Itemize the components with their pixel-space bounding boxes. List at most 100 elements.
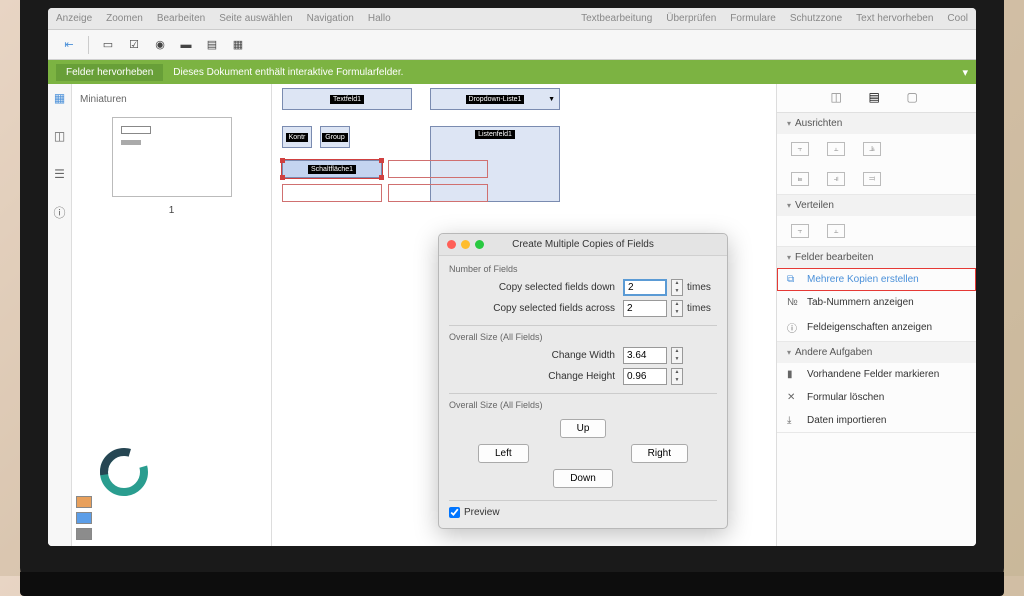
section-label: Number of Fields [449, 264, 717, 274]
menu-item[interactable]: Anzeige [56, 13, 92, 24]
menu-item[interactable]: Cool [947, 13, 968, 24]
align-left-icon[interactable]: ⫟ [791, 142, 809, 156]
align-center-icon[interactable]: ⫠ [827, 142, 845, 156]
panel-tab-icon[interactable]: ▤ [869, 90, 885, 106]
align-middle-icon[interactable]: ⫣ [827, 172, 845, 186]
menu-item[interactable]: Hallo [368, 13, 391, 24]
chevron-down-icon[interactable]: ▾ [962, 66, 968, 79]
up-button[interactable]: Up [560, 419, 607, 438]
button-tool-icon[interactable]: ▬ [175, 36, 197, 54]
close-icon[interactable] [447, 240, 456, 249]
distribute-h-icon[interactable]: ⫟ [791, 224, 809, 238]
toolbar: ⇤ ▭ ☑ ◉ ▬ ▤ ▦ [48, 30, 976, 60]
create-copies-dialog: Create Multiple Copies of Fields Number … [438, 233, 728, 529]
list-icon[interactable]: ☰ [52, 166, 68, 182]
minimize-icon[interactable] [461, 240, 470, 249]
copy-preview-box [282, 184, 382, 202]
panel-title: Miniaturen [78, 90, 265, 109]
menu-item[interactable]: Formulare [730, 13, 776, 24]
page-number: 1 [78, 205, 265, 216]
textfield-tool-icon[interactable]: ▭ [97, 36, 119, 54]
number-icon: № [787, 297, 801, 308]
mark-fields-item[interactable]: ▮Vorhandene Felder markieren [777, 363, 976, 386]
copy-icon: ⧉ [787, 274, 801, 285]
panel-tab-icon[interactable]: ◫ [831, 90, 847, 106]
down-button[interactable]: Down [553, 469, 613, 488]
copy-preview-box [388, 184, 488, 202]
panel-tab-icon[interactable]: ▢ [907, 90, 923, 106]
radio-tool-icon[interactable]: ◉ [149, 36, 171, 54]
menu-item[interactable]: Navigation [307, 13, 354, 24]
menubar: Anzeige Zoomen Bearbeiten Seite auswähle… [48, 8, 976, 30]
width-input[interactable] [623, 347, 667, 364]
section-label: Overall Size (All Fields) [449, 400, 717, 410]
page-thumbnail[interactable] [112, 117, 232, 197]
import-icon: ⤓ [787, 415, 801, 426]
highlight-icon: ▮ [787, 369, 801, 380]
checkbox-object[interactable]: Kontr [282, 126, 312, 148]
align-bottom-icon[interactable]: ⫤ [863, 172, 881, 186]
times-label: times [687, 282, 717, 293]
form-notification-bar: Felder hervorheben Dieses Dokument enthä… [48, 60, 976, 84]
info-icon[interactable]: ⓘ [52, 204, 68, 220]
textfield-object[interactable]: Textfeld1 [282, 88, 412, 110]
section-header[interactable]: Felder bearbeiten [777, 247, 976, 268]
stepper[interactable]: ▲▼ [671, 300, 683, 317]
notification-text: Dieses Dokument enthält interaktive Form… [173, 67, 403, 78]
copy-across-label: Copy selected fields across [449, 303, 619, 314]
height-label: Change Height [449, 371, 619, 382]
tab-numbers-item[interactable]: №Tab-Nummern anzeigen [777, 291, 976, 314]
left-button[interactable]: Left [478, 444, 529, 463]
preview-checkbox[interactable] [449, 507, 460, 518]
stepper[interactable]: ▲▼ [671, 347, 683, 364]
height-input[interactable] [623, 368, 667, 385]
dropdown-object[interactable]: Dropdown-Liste1▼ [430, 88, 560, 110]
distribute-v-icon[interactable]: ⫠ [827, 224, 845, 238]
info-icon: ⓘ [787, 320, 801, 335]
copy-preview-box [388, 160, 488, 178]
checkbox-tool-icon[interactable]: ☑ [123, 36, 145, 54]
layout-icon[interactable] [76, 528, 92, 540]
layout-icon[interactable] [76, 496, 92, 508]
radio-object[interactable]: Group [320, 126, 350, 148]
brand-logo [100, 448, 148, 496]
dialog-title: Create Multiple Copies of Fields [512, 239, 654, 250]
right-button[interactable]: Right [631, 444, 688, 463]
right-panel: ◫ ▤ ▢ Ausrichten ⫟ ⫠ ⫡ ⫢ ⫣ ⫤ Verteilen ⫟… [776, 84, 976, 546]
section-header[interactable]: Ausrichten [777, 113, 976, 134]
menu-item[interactable]: Textbearbeitung [581, 13, 652, 24]
left-rail: ▦ ◫ ☰ ⓘ [48, 84, 72, 546]
align-right-icon[interactable]: ⫡ [863, 142, 881, 156]
stepper[interactable]: ▲▼ [671, 279, 683, 296]
import-data-item[interactable]: ⤓Daten importieren [777, 409, 976, 432]
thumbnails-icon[interactable]: ▦ [52, 90, 68, 106]
section-header[interactable]: Verteilen [777, 195, 976, 216]
field-properties-item[interactable]: ⓘFeldeigenschaften anzeigen [777, 314, 976, 341]
create-copies-item[interactable]: ⧉Mehrere Kopien erstellen [777, 268, 976, 291]
menu-item[interactable]: Seite auswählen [219, 13, 292, 24]
dialog-titlebar[interactable]: Create Multiple Copies of Fields [439, 234, 727, 256]
button-object-selected[interactable]: Schaltfläche1 [282, 160, 382, 178]
section-header[interactable]: Andere Aufgaben [777, 342, 976, 363]
bookmark-icon[interactable]: ◫ [52, 128, 68, 144]
align-top-icon[interactable]: ⫢ [791, 172, 809, 186]
layout-icon[interactable] [76, 512, 92, 524]
delete-icon: ✕ [787, 392, 801, 403]
copy-down-input[interactable] [623, 279, 667, 296]
preview-label: Preview [464, 507, 500, 518]
menu-item[interactable]: Schutzzone [790, 13, 842, 24]
zoom-icon[interactable] [475, 240, 484, 249]
cursor-tool-icon[interactable]: ⇤ [58, 36, 80, 54]
copy-down-label: Copy selected fields down [449, 282, 619, 293]
highlight-fields-button[interactable]: Felder hervorheben [56, 64, 163, 81]
width-label: Change Width [449, 350, 619, 361]
delete-form-item[interactable]: ✕Formular löschen [777, 386, 976, 409]
stepper[interactable]: ▲▼ [671, 368, 683, 385]
menu-item[interactable]: Zoomen [106, 13, 143, 24]
menu-item[interactable]: Bearbeiten [157, 13, 205, 24]
dropdown-tool-icon[interactable]: ▦ [227, 36, 249, 54]
copy-across-input[interactable] [623, 300, 667, 317]
menu-item[interactable]: Überprüfen [666, 13, 716, 24]
menu-item[interactable]: Text hervorheben [856, 13, 933, 24]
listbox-tool-icon[interactable]: ▤ [201, 36, 223, 54]
